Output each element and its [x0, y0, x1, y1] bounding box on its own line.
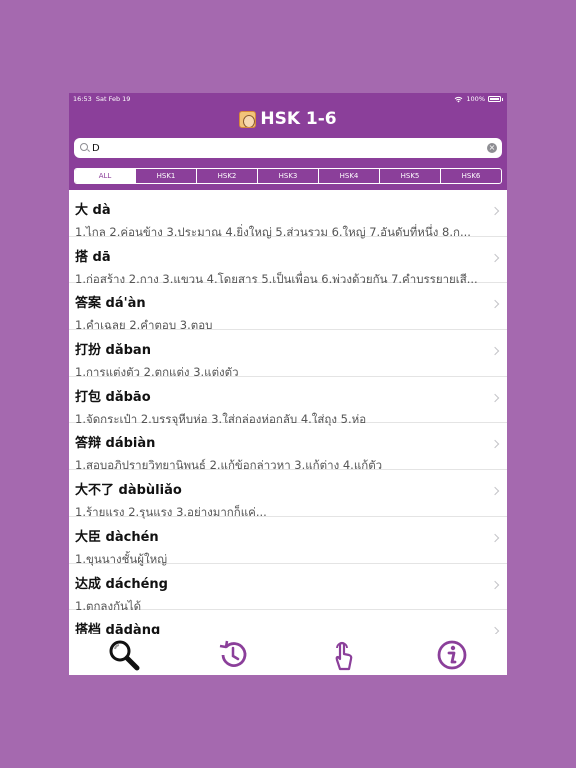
list-item[interactable]: 大不了 dàbùliǎo 1.ร้ายแรง 2.รุนแรง 3.อย่างมา…	[69, 470, 507, 519]
app-screen: 16:53 Sat Feb 19 100% HSK 1-6 × ALLHSK1H…	[69, 93, 507, 675]
word-pinyin: dā	[92, 249, 111, 265]
word-heading: 大不了 dàbùliǎo	[75, 479, 182, 498]
word-pinyin: dàbùliǎo	[118, 483, 182, 499]
segment-hsk1[interactable]: HSK1	[135, 169, 196, 183]
status-time: 16:53	[73, 95, 92, 103]
segment-hsk6[interactable]: HSK6	[440, 169, 501, 183]
tab-history[interactable]	[179, 634, 289, 675]
list-item[interactable]: 答辩 dábiàn 1.สอบอภิปรายวิทยานิพนธ์ 2.แก้ข้…	[69, 423, 507, 472]
wifi-icon	[455, 96, 463, 102]
word-heading: 打包 dǎbāo	[75, 386, 151, 405]
tab-bar	[69, 634, 507, 675]
title-row: HSK 1-6	[69, 106, 507, 132]
app-logo-icon	[239, 110, 257, 128]
list-item[interactable]: 达成 dáchéng 1.ตกลงกันได้	[69, 564, 507, 613]
finger-tap-icon	[335, 641, 353, 670]
word-list: 大 dà 1.ไกล 2.ค่อนข้าง 3.ประมาณ 4.ยิ่งใหญ่…	[69, 190, 507, 634]
tab-info[interactable]	[398, 634, 508, 675]
chevron-right-icon	[490, 533, 500, 543]
word-pinyin: dàchén	[105, 529, 159, 545]
word-hanzi: 打扮	[75, 343, 102, 359]
word-heading: 答辩 dábiàn	[75, 432, 155, 451]
word-heading: 搭 dā	[75, 246, 111, 265]
word-heading: 搭档 dādàng	[75, 619, 160, 634]
word-pinyin: dǎbāo	[105, 389, 151, 405]
list-item[interactable]: 大 dà 1.ไกล 2.ค่อนข้าง 3.ประมาณ 4.ยิ่งใหญ่…	[69, 190, 507, 239]
word-pinyin: dáchéng	[105, 576, 168, 592]
word-pinyin: dà	[92, 203, 111, 218]
list-item[interactable]: 大臣 dàchén 1.ขุนนางชั้นผู้ใหญ่	[69, 517, 507, 566]
word-hanzi: 达成	[75, 576, 102, 592]
chevron-right-icon	[490, 346, 500, 356]
word-heading: 打扮 dǎban	[75, 339, 151, 358]
segment-hsk2[interactable]: HSK2	[196, 169, 257, 183]
status-date: Sat Feb 19	[95, 95, 131, 103]
chevron-right-icon	[490, 206, 500, 216]
page-title: HSK 1-6	[260, 109, 337, 129]
word-hanzi: 搭档	[75, 623, 102, 634]
search-bar[interactable]: ×	[74, 138, 502, 158]
list-item[interactable]: 搭 dā 1.ก่อสร้าง 2.กาง 3.แขวน 4.โดยสาร 5.เ…	[69, 237, 507, 286]
word-heading: 答案 dá'àn	[75, 292, 146, 311]
word-hanzi: 答辩	[75, 436, 102, 452]
chevron-right-icon	[490, 440, 500, 449]
status-indicators: 100%	[454, 93, 503, 105]
list-item[interactable]: 打扮 dǎban 1.การแต่งตัว 2.ตกแต่ง 3.แต่งตัว	[69, 330, 507, 379]
word-heading: 大 dà	[75, 199, 111, 218]
segment-all[interactable]: ALL	[75, 169, 135, 183]
battery-percent: 100%	[466, 95, 485, 103]
word-hanzi: 大不了	[75, 483, 115, 499]
segment-hsk4[interactable]: HSK4	[318, 169, 379, 183]
chevron-right-icon	[490, 300, 500, 309]
magnifier-icon	[109, 640, 140, 670]
word-heading: 达成 dáchéng	[75, 573, 168, 592]
word-hanzi: 大臣	[75, 529, 102, 545]
chevron-right-icon	[490, 253, 500, 262]
info-icon	[437, 640, 467, 669]
tab-handwriting[interactable]	[288, 634, 398, 675]
chevron-right-icon	[490, 486, 500, 496]
list-item[interactable]: 打包 dǎbāo 1.จัดกระเป๋า 2.บรรจุหีบห่อ 3.ใส่…	[69, 377, 507, 426]
word-heading: 大臣 dàchén	[75, 526, 159, 545]
battery-tip	[502, 97, 503, 101]
word-pinyin: dábiàn	[105, 436, 156, 452]
word-pinyin: dá'àn	[105, 296, 146, 312]
word-hanzi: 打包	[75, 389, 102, 405]
word-hanzi: 搭	[75, 249, 89, 265]
search-input[interactable]	[92, 140, 482, 156]
clear-search-icon[interactable]: ×	[487, 143, 497, 153]
status-time-date: 16:53 Sat Feb 19	[73, 93, 130, 105]
status-bar: 16:53 Sat Feb 19 100%	[69, 93, 507, 105]
chevron-right-icon	[490, 393, 500, 402]
list-item[interactable]: 搭档 dādàng	[69, 610, 507, 634]
header: 16:53 Sat Feb 19 100% HSK 1-6 × ALLHSK1H…	[69, 93, 507, 190]
tab-search[interactable]	[69, 634, 179, 675]
word-pinyin: dādàng	[105, 623, 161, 634]
list-item[interactable]: 答案 dá'àn 1.คำเฉลย 2.คำตอบ 3.ตอบ	[69, 283, 507, 332]
word-hanzi: 大	[75, 203, 89, 218]
word-pinyin: dǎban	[105, 343, 151, 359]
battery-icon	[488, 96, 501, 102]
word-hanzi: 答案	[75, 296, 102, 312]
chevron-right-icon	[490, 626, 500, 634]
history-clock-icon	[220, 640, 247, 667]
search-icon	[80, 143, 88, 151]
segment-hsk3[interactable]: HSK3	[257, 169, 318, 183]
segment-hsk5[interactable]: HSK5	[379, 169, 440, 183]
hsk-level-filter: ALL HSK1 HSK2 HSK3 HSK4 HSK5 HSK6	[74, 168, 502, 184]
chevron-right-icon	[490, 580, 500, 589]
